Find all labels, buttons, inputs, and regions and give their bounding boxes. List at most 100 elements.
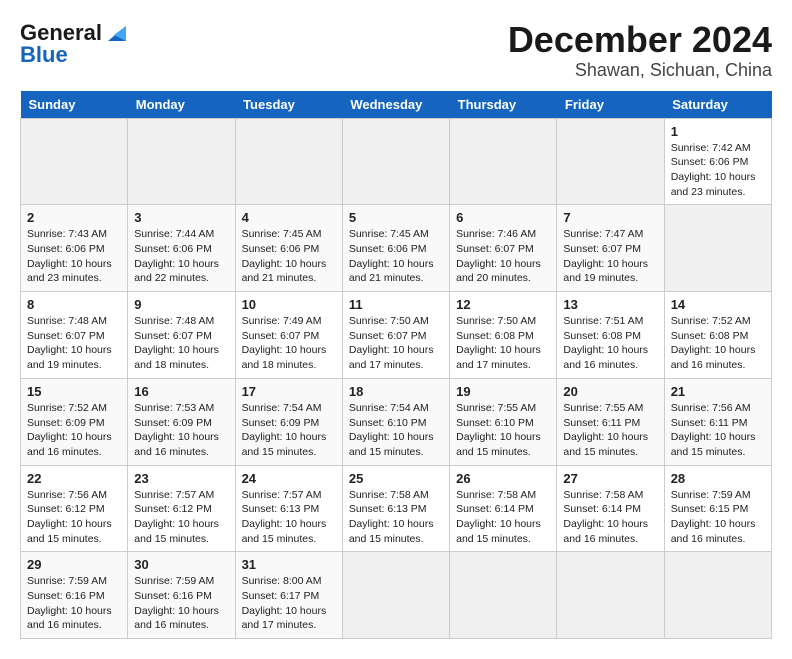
calendar-day-cell: 25Sunrise: 7:58 AMSunset: 6:13 PMDayligh…: [342, 465, 449, 552]
day-info: Sunrise: 8:00 AMSunset: 6:17 PMDaylight:…: [242, 574, 336, 633]
calendar-day-header: Sunday: [21, 91, 128, 119]
day-info: Sunrise: 7:59 AMSunset: 6:16 PMDaylight:…: [27, 574, 121, 633]
day-number: 20: [563, 384, 657, 399]
day-number: 8: [27, 297, 121, 312]
logo-icon: [104, 21, 126, 43]
day-number: 1: [671, 124, 765, 139]
calendar-day-cell: 3 Sunrise: 7:44 AMSunset: 6:06 PMDaylight…: [128, 205, 235, 292]
calendar-day-cell: [342, 118, 449, 205]
day-number: 12: [456, 297, 550, 312]
day-number: 6: [456, 210, 550, 225]
calendar-day-cell: [450, 118, 557, 205]
day-number: 3: [134, 210, 228, 225]
calendar-day-cell: 30Sunrise: 7:59 AMSunset: 6:16 PMDayligh…: [128, 552, 235, 639]
day-info: Sunrise: 7:58 AMSunset: 6:14 PMDaylight:…: [563, 488, 657, 547]
calendar-day-cell: [557, 118, 664, 205]
day-number: 5: [349, 210, 443, 225]
day-number: 27: [563, 471, 657, 486]
calendar-day-cell: 14Sunrise: 7:52 AMSunset: 6:08 PMDayligh…: [664, 292, 771, 379]
day-number: 30: [134, 557, 228, 572]
day-number: 31: [242, 557, 336, 572]
day-info: Sunrise: 7:58 AMSunset: 6:13 PMDaylight:…: [349, 488, 443, 547]
calendar-week-row: 22Sunrise: 7:56 AMSunset: 6:12 PMDayligh…: [21, 465, 772, 552]
calendar-day-cell: 6 Sunrise: 7:46 AMSunset: 6:07 PMDaylight…: [450, 205, 557, 292]
day-info: Sunrise: 7:50 AMSunset: 6:07 PMDaylight:…: [349, 314, 443, 373]
day-info: Sunrise: 7:48 AMSunset: 6:07 PMDaylight:…: [134, 314, 228, 373]
calendar-day-cell: 20 Sunrise: 7:55 AMSunset: 6:11 PMDayligh…: [557, 378, 664, 465]
calendar-table: SundayMondayTuesdayWednesdayThursdayFrid…: [20, 91, 772, 640]
calendar-week-row: 2Sunrise: 7:43 AMSunset: 6:06 PMDaylight…: [21, 205, 772, 292]
day-number: 21: [671, 384, 765, 399]
calendar-day-cell: 21 Sunrise: 7:56 AMSunset: 6:11 PMDayligh…: [664, 378, 771, 465]
title-block: December 2024 Shawan, Sichuan, China: [508, 20, 772, 81]
logo-blue: Blue: [20, 42, 68, 68]
page-subtitle: Shawan, Sichuan, China: [508, 60, 772, 81]
calendar-day-cell: 17 Sunrise: 7:54 AMSunset: 6:09 PMDayligh…: [235, 378, 342, 465]
day-info: Sunrise: 7:54 AMSunset: 6:10 PMDaylight:…: [349, 401, 443, 460]
day-info: Sunrise: 7:50 AMSunset: 6:08 PMDaylight:…: [456, 314, 550, 373]
calendar-day-cell: 13 Sunrise: 7:51 AMSunset: 6:08 PMDayligh…: [557, 292, 664, 379]
calendar-day-header: Saturday: [664, 91, 771, 119]
day-number: 11: [349, 297, 443, 312]
day-info: Sunrise: 7:57 AMSunset: 6:12 PMDaylight:…: [134, 488, 228, 547]
calendar-day-cell: [450, 552, 557, 639]
day-info: Sunrise: 7:54 AMSunset: 6:09 PMDaylight:…: [242, 401, 336, 460]
day-info: Sunrise: 7:42 AMSunset: 6:06 PMDaylight:…: [671, 141, 765, 200]
day-info: Sunrise: 7:56 AMSunset: 6:11 PMDaylight:…: [671, 401, 765, 460]
calendar-day-cell: [664, 552, 771, 639]
day-number: 17: [242, 384, 336, 399]
day-number: 15: [27, 384, 121, 399]
day-info: Sunrise: 7:53 AMSunset: 6:09 PMDaylight:…: [134, 401, 228, 460]
page-header: General Blue December 2024 Shawan, Sichu…: [20, 20, 772, 81]
day-info: Sunrise: 7:44 AMSunset: 6:06 PMDaylight:…: [134, 227, 228, 286]
day-info: Sunrise: 7:56 AMSunset: 6:12 PMDaylight:…: [27, 488, 121, 547]
day-number: 26: [456, 471, 550, 486]
day-number: 7: [563, 210, 657, 225]
day-info: Sunrise: 7:51 AMSunset: 6:08 PMDaylight:…: [563, 314, 657, 373]
calendar-day-cell: [557, 552, 664, 639]
day-info: Sunrise: 7:55 AMSunset: 6:11 PMDaylight:…: [563, 401, 657, 460]
calendar-day-cell: 9 Sunrise: 7:48 AMSunset: 6:07 PMDaylight…: [128, 292, 235, 379]
calendar-day-cell: 18 Sunrise: 7:54 AMSunset: 6:10 PMDayligh…: [342, 378, 449, 465]
calendar-day-cell: 27 Sunrise: 7:58 AMSunset: 6:14 PMDayligh…: [557, 465, 664, 552]
calendar-day-cell: [235, 118, 342, 205]
calendar-day-cell: 31 Sunrise: 8:00 AMSunset: 6:17 PMDayligh…: [235, 552, 342, 639]
calendar-day-cell: 24 Sunrise: 7:57 AMSunset: 6:13 PMDayligh…: [235, 465, 342, 552]
calendar-day-cell: [128, 118, 235, 205]
calendar-day-cell: 11 Sunrise: 7:50 AMSunset: 6:07 PMDayligh…: [342, 292, 449, 379]
calendar-day-cell: 4 Sunrise: 7:45 AMSunset: 6:06 PMDaylight…: [235, 205, 342, 292]
calendar-day-cell: 26 Sunrise: 7:58 AMSunset: 6:14 PMDayligh…: [450, 465, 557, 552]
day-number: 4: [242, 210, 336, 225]
calendar-week-row: 8 Sunrise: 7:48 AMSunset: 6:07 PMDaylight…: [21, 292, 772, 379]
day-info: Sunrise: 7:46 AMSunset: 6:07 PMDaylight:…: [456, 227, 550, 286]
calendar-day-cell: 28Sunrise: 7:59 AMSunset: 6:15 PMDayligh…: [664, 465, 771, 552]
day-number: 9: [134, 297, 228, 312]
calendar-day-cell: 29Sunrise: 7:59 AMSunset: 6:16 PMDayligh…: [21, 552, 128, 639]
calendar-day-cell: 1 Sunrise: 7:42 AMSunset: 6:06 PMDaylight…: [664, 118, 771, 205]
day-info: Sunrise: 7:58 AMSunset: 6:14 PMDaylight:…: [456, 488, 550, 547]
calendar-day-cell: 22Sunrise: 7:56 AMSunset: 6:12 PMDayligh…: [21, 465, 128, 552]
calendar-week-row: 15 Sunrise: 7:52 AMSunset: 6:09 PMDayligh…: [21, 378, 772, 465]
day-info: Sunrise: 7:45 AMSunset: 6:06 PMDaylight:…: [242, 227, 336, 286]
logo: General Blue: [20, 20, 126, 68]
calendar-day-cell: 2Sunrise: 7:43 AMSunset: 6:06 PMDaylight…: [21, 205, 128, 292]
calendar-day-cell: 8Sunrise: 7:48 AMSunset: 6:07 PMDaylight…: [21, 292, 128, 379]
day-info: Sunrise: 7:43 AMSunset: 6:06 PMDaylight:…: [27, 227, 121, 286]
day-number: 14: [671, 297, 765, 312]
calendar-day-cell: 15 Sunrise: 7:52 AMSunset: 6:09 PMDayligh…: [21, 378, 128, 465]
page-title: December 2024: [508, 20, 772, 60]
calendar-day-header: Tuesday: [235, 91, 342, 119]
day-number: 28: [671, 471, 765, 486]
calendar-day-cell: 5Sunrise: 7:45 AMSunset: 6:06 PMDaylight…: [342, 205, 449, 292]
day-number: 24: [242, 471, 336, 486]
day-number: 18: [349, 384, 443, 399]
calendar-day-cell: 12 Sunrise: 7:50 AMSunset: 6:08 PMDayligh…: [450, 292, 557, 379]
day-number: 19: [456, 384, 550, 399]
calendar-day-cell: [342, 552, 449, 639]
day-info: Sunrise: 7:52 AMSunset: 6:09 PMDaylight:…: [27, 401, 121, 460]
calendar-week-row: 29Sunrise: 7:59 AMSunset: 6:16 PMDayligh…: [21, 552, 772, 639]
day-info: Sunrise: 7:57 AMSunset: 6:13 PMDaylight:…: [242, 488, 336, 547]
day-number: 16: [134, 384, 228, 399]
calendar-day-cell: 7Sunrise: 7:47 AMSunset: 6:07 PMDaylight…: [557, 205, 664, 292]
day-number: 13: [563, 297, 657, 312]
